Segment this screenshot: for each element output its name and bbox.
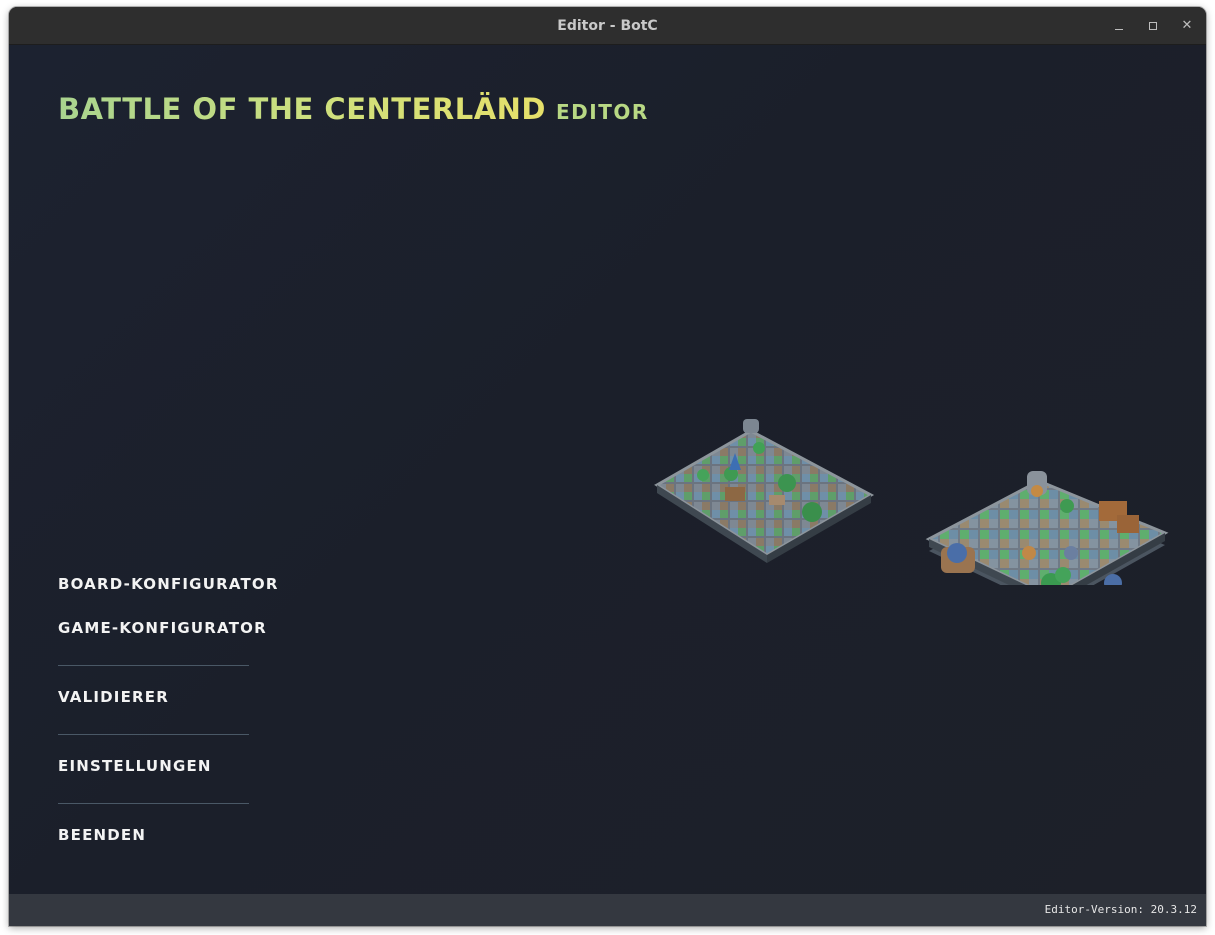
menu-item-game-konfigurator[interactable]: Game-Konfigurator: [58, 616, 266, 640]
window-title: Editor - BotC: [557, 18, 658, 34]
menu-divider: [58, 803, 249, 804]
main-content: Battle of the Centerländ Editor: [9, 45, 1206, 894]
menu-item-validierer[interactable]: Validierer: [58, 685, 249, 709]
logo-subtitle: Editor: [555, 100, 649, 124]
app-window: Editor - BotC ✕ Battle of the Centerländ…: [9, 7, 1206, 926]
menu-divider: [58, 665, 249, 666]
board-preview-illustration: [654, 419, 1169, 585]
maximize-icon: [1149, 22, 1157, 30]
board-1: [654, 419, 875, 563]
menu-item-board-konfigurator[interactable]: Board-Konfigurator: [58, 572, 277, 596]
title-bar[interactable]: Editor - BotC ✕: [9, 7, 1206, 45]
version-label: Editor-Version: 20.3.12: [1044, 903, 1197, 916]
minimize-icon: [1115, 29, 1123, 30]
app-logo: Battle of the Centerländ Editor: [58, 92, 649, 126]
close-icon: ✕: [1181, 18, 1193, 33]
close-button[interactable]: ✕: [1177, 16, 1197, 36]
logo-title: Battle of the Centerländ: [58, 92, 546, 126]
status-bar: Editor-Version: 20.3.12: [9, 894, 1206, 926]
menu-item-beenden[interactable]: Beenden: [58, 823, 249, 847]
menu-divider: [58, 734, 249, 735]
board-2: [925, 471, 1169, 585]
minimize-button[interactable]: [1109, 16, 1129, 36]
menu-item-einstellungen[interactable]: Einstellungen: [58, 754, 249, 778]
maximize-button[interactable]: [1143, 16, 1163, 36]
